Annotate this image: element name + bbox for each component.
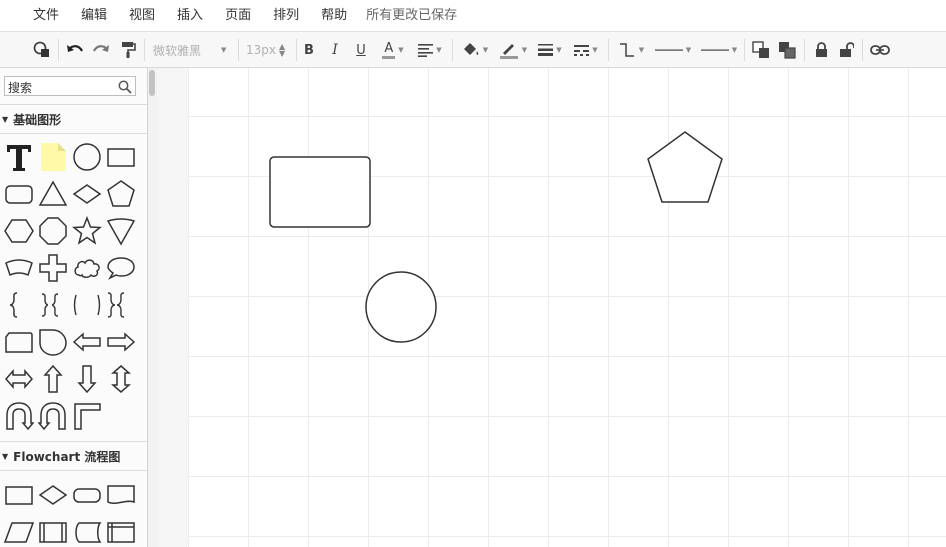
align-icon[interactable]: ▼ (415, 37, 445, 63)
menu-insert[interactable]: 插入 (166, 0, 214, 31)
process-shape-icon[interactable] (2, 478, 36, 512)
to-front-icon[interactable] (750, 37, 772, 63)
u-turn-arrow-2-shape-icon[interactable] (36, 399, 70, 433)
line-width-icon[interactable]: ▼ (535, 37, 565, 63)
italic-icon[interactable]: I (327, 37, 343, 63)
drawing-canvas[interactable] (188, 68, 946, 547)
chevron-down-icon: ▼ (221, 46, 227, 54)
menu-edit[interactable]: 编辑 (70, 0, 118, 31)
caret-down-icon: ▼ (2, 114, 9, 124)
shape-library-sidebar: ▼ 基础图形 (0, 68, 148, 547)
caret-down-icon: ▼ (2, 451, 9, 461)
left-brace-shape-icon[interactable] (2, 288, 36, 322)
font-size-stepper[interactable]: 13px ▲ ▼ (246, 37, 290, 63)
lock-icon[interactable] (811, 37, 831, 63)
rounded-rectangle-shape-icon[interactable] (2, 177, 36, 211)
menu-file[interactable]: 文件 (22, 0, 70, 31)
search-input[interactable] (5, 79, 113, 97)
menu-view[interactable]: 视图 (118, 0, 166, 31)
pentagon-shape-icon[interactable] (104, 177, 138, 211)
arrow-down-shape-icon[interactable] (70, 362, 104, 396)
arrow-left-right-shape-icon[interactable] (2, 362, 36, 396)
format-painter-icon[interactable] (117, 37, 139, 63)
brace-pair-shape-icon[interactable] (36, 288, 70, 322)
data-shape-icon[interactable] (2, 515, 36, 547)
arrow-up-shape-icon[interactable] (36, 362, 70, 396)
font-color-icon[interactable]: A ▼ (378, 37, 408, 63)
connector-style-icon[interactable]: ▼ (616, 37, 646, 63)
fill-color-icon[interactable]: ▼ (459, 37, 491, 63)
document-shape-icon[interactable] (104, 478, 138, 512)
toolbar: 微软雅黑 ▼ 13px ▲ ▼ B I U A ▼ ▼ ▼ ▼ ▼ ▼ ▼ ▼ … (0, 31, 946, 68)
corner-shape-icon[interactable] (70, 399, 104, 433)
bold-icon[interactable]: B (301, 37, 317, 63)
octagon-shape-icon[interactable] (36, 214, 70, 248)
format-panel-icon[interactable] (30, 37, 54, 63)
arrow-left-shape-icon[interactable] (70, 325, 104, 359)
speech-bubble-shape-icon[interactable] (104, 251, 138, 285)
arrow-up-down-shape-icon[interactable] (104, 362, 138, 396)
menu-arrange[interactable]: 排列 (262, 0, 310, 31)
inverted-pentagon-shape-icon[interactable] (104, 214, 138, 248)
search-icon[interactable] (118, 79, 132, 98)
section-title: 基础图形 (13, 112, 62, 127)
stored-data-shape-icon[interactable] (70, 515, 104, 547)
line-end-icon[interactable]: ▼ (698, 37, 740, 63)
canvas-area[interactable] (157, 68, 946, 547)
unlock-icon[interactable] (836, 37, 856, 63)
line-start-icon[interactable]: ▼ (652, 37, 694, 63)
search-box (4, 76, 136, 98)
right-brace-shape-icon[interactable] (104, 288, 138, 322)
arrow-right-shape-icon[interactable] (104, 325, 138, 359)
menu-bar: 文件 编辑 视图 插入 页面 排列 帮助 所有更改已保存 (0, 0, 946, 31)
font-family-select[interactable]: 微软雅黑 ▼ (153, 37, 233, 63)
to-back-icon[interactable] (776, 37, 798, 63)
hexagon-shape-icon[interactable] (2, 214, 36, 248)
decision-shape-icon[interactable] (36, 478, 70, 512)
bracket-pair-shape-icon[interactable] (70, 288, 104, 322)
note-shape-icon[interactable] (36, 140, 70, 174)
star-shape-icon[interactable] (70, 214, 104, 248)
redo-icon[interactable] (90, 37, 112, 63)
predefined-process-shape-icon[interactable] (36, 515, 70, 547)
triangle-shape-icon[interactable] (36, 177, 70, 211)
internal-storage-shape-icon[interactable] (104, 515, 138, 547)
line-dash-icon[interactable]: ▼ (571, 37, 601, 63)
undo-icon[interactable] (64, 37, 86, 63)
canvas-rounded-rectangle[interactable] (269, 156, 373, 229)
section-flowchart[interactable]: ▼ Flowchart 流程图 (0, 441, 147, 471)
terminator-shape-icon[interactable] (70, 478, 104, 512)
menu-help[interactable]: 帮助 (310, 0, 358, 31)
circle-shape-icon[interactable] (70, 140, 104, 174)
save-status: 所有更改已保存 (366, 8, 458, 23)
cross-shape-icon[interactable] (36, 251, 70, 285)
stepper-icon: ▲ ▼ (279, 42, 286, 58)
half-circle-shape-icon[interactable] (36, 325, 70, 359)
section-basic-shapes[interactable]: ▼ 基础图形 (0, 104, 147, 134)
rectangle-shape-icon[interactable] (104, 140, 138, 174)
cloud-shape-icon[interactable] (70, 251, 104, 285)
canvas-pentagon[interactable] (646, 130, 724, 204)
scrollbar-thumb[interactable] (149, 70, 155, 96)
section-title: Flowchart 流程图 (13, 449, 121, 464)
tape-shape-icon[interactable] (2, 325, 36, 359)
underline-icon[interactable]: U (353, 37, 369, 63)
font-size-value: 13px (246, 43, 276, 57)
diamond-shape-icon[interactable] (70, 177, 104, 211)
menu-page[interactable]: 页面 (214, 0, 262, 31)
line-color-icon[interactable]: ▼ (496, 37, 530, 63)
curved-banner-shape-icon[interactable] (2, 251, 36, 285)
u-turn-arrow-shape-icon[interactable] (2, 399, 36, 433)
canvas-circle[interactable] (365, 271, 437, 343)
diagram-editor: 文件 编辑 视图 插入 页面 排列 帮助 所有更改已保存 微软雅黑 ▼ 13px (0, 0, 946, 547)
font-family-value: 微软雅黑 (153, 43, 202, 58)
text-shape-icon[interactable] (2, 140, 36, 174)
sidebar-scrollbar[interactable] (148, 68, 157, 547)
link-icon[interactable] (869, 37, 891, 63)
